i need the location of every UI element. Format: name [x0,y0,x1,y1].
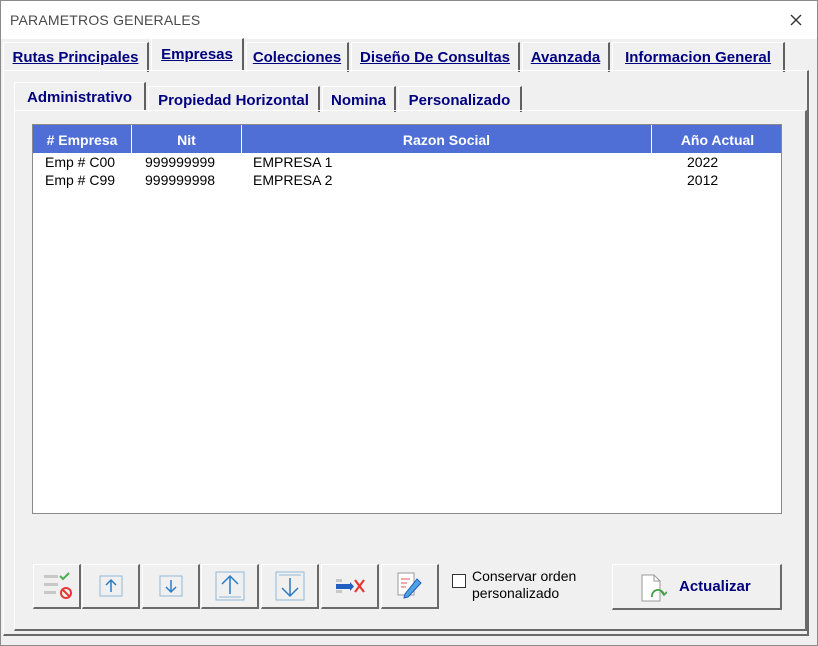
cell-ano-actual: 2012 [687,172,719,188]
refresh-document-icon [641,574,667,602]
column-header-empresa[interactable]: # Empresa [33,125,132,153]
empresas-table[interactable]: # Empresa Nit Razon Social Año Actual Em… [32,124,782,514]
tab-label: Informacion General [625,49,771,66]
close-button[interactable] [783,7,809,33]
window-title: PARAMETROS GENERALES [10,12,201,28]
tab-label: Empresas [161,46,233,63]
subtab-propiedad-horizontal[interactable]: Propiedad Horizontal [148,86,320,112]
cell-empresa: Emp # C99 [45,172,116,188]
checkbox-box[interactable] [452,574,466,588]
tab-informacion-general[interactable]: Informacion General [612,42,785,72]
cell-razon-social: EMPRESA 2 [253,172,333,188]
subtab-administrativo[interactable]: Administrativo [14,82,146,111]
tab-label: Rutas Principales [12,49,139,66]
move-down-button[interactable] [142,564,200,609]
column-header-nit[interactable]: Nit [132,125,242,153]
delete-button[interactable] [321,564,379,609]
tab-empresas[interactable]: Empresas [151,38,244,71]
title-bar: PARAMETROS GENERALES [1,1,817,39]
move-bottom-icon [275,571,304,601]
move-top-button[interactable] [201,564,259,609]
column-header-ano-actual[interactable]: Año Actual [652,125,781,153]
table-header: # Empresa Nit Razon Social Año Actual [33,125,781,153]
subtab-label: Administrativo [26,89,132,106]
tab-label: Avanzada [530,49,601,66]
tab-rutas-principales[interactable]: Rutas Principales [3,42,149,72]
select-exclude-icon [43,572,72,599]
move-up-icon [99,575,122,597]
tab-label: Diseño De Consultas [359,49,511,66]
subtab-label: Personalizado [408,92,511,109]
move-up-button[interactable] [82,564,140,609]
subtab-nomina[interactable]: Nomina [322,86,396,112]
move-bottom-button[interactable] [261,564,319,609]
cell-ano-actual: 2022 [687,154,719,170]
close-icon [790,14,802,26]
tab-colecciones[interactable]: Colecciones [246,42,349,72]
tab-label: Colecciones [252,49,342,66]
checkbox-label: Conservar orden personalizado [472,568,577,601]
cell-razon-social: EMPRESA 1 [253,154,333,170]
edit-icon [397,572,422,599]
conservar-orden-checkbox[interactable]: Conservar orden personalizado [452,567,602,607]
actualizar-button[interactable]: Actualizar [612,564,782,610]
select-exclude-button[interactable] [33,564,81,609]
actualizar-label: Actualizar [679,578,751,595]
table-row[interactable]: Emp # C99 999999998 EMPRESA 2 2012 [33,172,781,190]
column-header-razon-social[interactable]: Razon Social [242,125,652,153]
subtab-label: Propiedad Horizontal [158,92,309,109]
cell-nit: 999999999 [145,154,216,170]
cell-nit: 999999998 [145,172,216,188]
subtab-personalizado[interactable]: Personalizado [398,86,522,112]
cell-empresa: Emp # C00 [45,154,116,170]
move-top-icon [215,571,244,601]
tab-avanzada[interactable]: Avanzada [522,42,610,72]
table-row[interactable]: Emp # C00 999999999 EMPRESA 1 2022 [33,154,781,172]
edit-button[interactable] [381,564,439,609]
move-down-icon [159,575,182,597]
subtab-label: Nomina [330,92,386,109]
tab-diseno-de-consultas[interactable]: Diseño De Consultas [351,42,520,72]
delete-icon [335,579,365,593]
